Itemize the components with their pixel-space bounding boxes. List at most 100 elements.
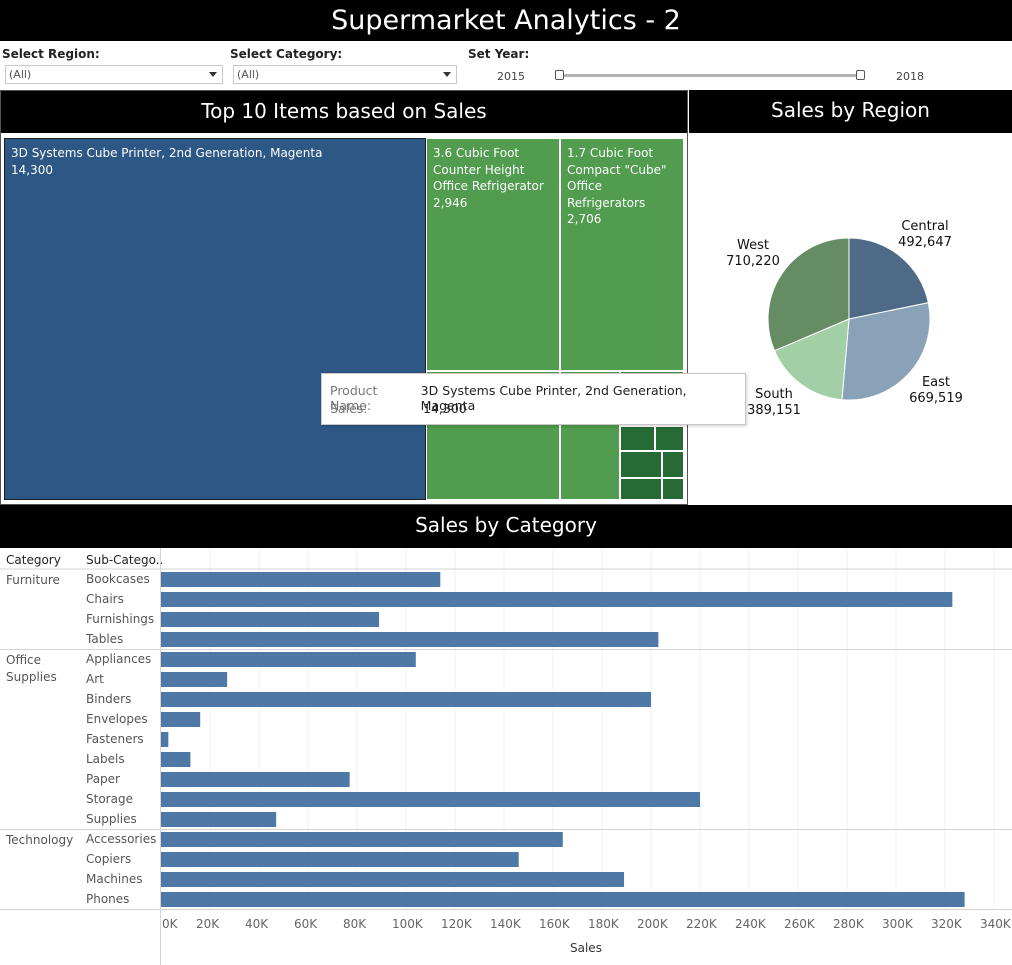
tooltip: Product Name: 3D Systems Cube Printer, 2… — [321, 373, 746, 425]
x-tick-label: 120K — [441, 917, 472, 931]
treemap-cell-value: 2,706 — [567, 212, 602, 226]
tooltip-product-key: Product Name: — [330, 383, 378, 413]
filter-bar: Select Region: (All) Select Category: (A… — [0, 41, 1012, 90]
bar-art[interactable] — [161, 672, 228, 687]
pie-title: Sales by Region — [689, 90, 1012, 133]
subcategory-label: Accessories — [86, 832, 157, 846]
treemap-cell-value: 2,946 — [433, 195, 468, 210]
x-tick-label: 340K — [980, 917, 1011, 931]
tooltip-sales-value: 14,300 — [423, 401, 467, 416]
pie-label-south: South 389,151 — [744, 387, 804, 419]
year-slider-start-handle[interactable] — [555, 70, 564, 80]
category-label: Technology — [6, 833, 74, 847]
subcategory-label: Art — [86, 672, 104, 686]
category-label: Office Supplies — [6, 653, 57, 684]
treemap-cell[interactable] — [620, 478, 662, 500]
year-filter-label: Set Year: — [468, 47, 530, 61]
pie-label-region: South — [755, 387, 793, 402]
x-tick-label: 160K — [539, 917, 570, 931]
region-dropdown-value: (All) — [9, 68, 32, 81]
treemap-cell[interactable] — [655, 426, 684, 451]
subcategory-label: Storage — [86, 792, 133, 806]
subcategory-label: Phones — [86, 892, 130, 906]
x-tick-label: 180K — [588, 917, 619, 931]
bar-fasteners[interactable] — [161, 732, 169, 747]
treemap-cell[interactable]: 1.7 Cubic Foot Compact "Cube" Office Ref… — [560, 138, 684, 371]
year-slider-end-handle[interactable] — [856, 70, 865, 80]
bar-chairs[interactable] — [161, 592, 953, 607]
subcategory-label: Labels — [86, 752, 125, 766]
year-end-label: 2018 — [896, 70, 924, 83]
category-dropdown-value: (All) — [237, 68, 260, 81]
pie-label-east: East 669,519 — [903, 375, 969, 407]
treemap-cell[interactable]: 3D Systems Cube Printer, 2nd Generation,… — [4, 138, 426, 500]
bar-appliances[interactable] — [161, 652, 416, 667]
subcategory-label: Bookcases — [86, 572, 150, 586]
subcategory-label: Envelopes — [86, 712, 148, 726]
bar-furnishings[interactable] — [161, 612, 380, 627]
bar-envelopes[interactable] — [161, 712, 201, 727]
bar-storage[interactable] — [161, 792, 700, 807]
pie-label-value: 669,519 — [909, 391, 963, 406]
bar-phones[interactable] — [161, 892, 965, 907]
treemap-cell[interactable] — [662, 451, 684, 478]
x-tick-label: 100K — [392, 917, 423, 931]
x-tick-label: 80K — [343, 917, 367, 931]
x-tick-label: 240K — [735, 917, 766, 931]
x-tick-label: 260K — [784, 917, 815, 931]
pie-label-value: 492,647 — [898, 235, 952, 250]
subcategory-label: Machines — [86, 872, 143, 886]
treemap-cell-name: 1.7 Cubic Foot Compact "Cube" Office Ref… — [567, 146, 667, 210]
subcategory-label: Copiers — [86, 852, 132, 866]
subcategory-label: Furnishings — [86, 612, 155, 626]
pie-label-region: Central — [901, 219, 949, 234]
subcategory-label: Supplies — [86, 812, 137, 826]
bar-bookcases[interactable] — [161, 572, 441, 587]
dashboard-title: Supermarket Analytics - 2 — [0, 0, 1012, 41]
bar-paper[interactable] — [161, 772, 350, 787]
subcategory-label: Appliances — [86, 652, 152, 666]
x-tick-label: 40K — [245, 917, 269, 931]
treemap-cell[interactable] — [620, 426, 655, 451]
treemap-cell[interactable] — [662, 478, 684, 500]
treemap-cell-name: 3.6 Cubic Foot Counter Height Office Ref… — [433, 146, 544, 193]
x-tick-label: 0K — [162, 917, 178, 931]
subcategory-label: Fasteners — [86, 732, 144, 746]
bar-machines[interactable] — [161, 872, 625, 887]
x-tick-label: 200K — [637, 917, 668, 931]
x-tick-label: 280K — [833, 917, 864, 931]
bar-chart — [0, 548, 1012, 965]
bar-accessories[interactable] — [161, 832, 563, 847]
pie-label-region: West — [737, 238, 769, 253]
x-tick-label: 60K — [294, 917, 318, 931]
subcategory-label: Tables — [86, 632, 124, 646]
treemap-cell-name: 3D Systems Cube Printer, 2nd Generation,… — [11, 146, 323, 160]
pie-label-central: Central 492,647 — [890, 219, 960, 251]
x-tick-label: 320K — [931, 917, 962, 931]
bar-chart-title: Sales by Category — [0, 505, 1012, 548]
bar-supplies[interactable] — [161, 812, 277, 827]
category-filter-label: Select Category: — [230, 47, 343, 61]
subcategory-label: Binders — [86, 692, 132, 706]
pie-label-region: East — [921, 375, 951, 390]
pie-label-west: West 710,220 — [722, 238, 784, 270]
treemap-cell[interactable]: 3.6 Cubic Foot Counter Height Office Ref… — [426, 138, 560, 371]
treemap-cell[interactable] — [620, 451, 662, 478]
bar-binders[interactable] — [161, 692, 651, 707]
x-tick-label: 300K — [882, 917, 913, 931]
category-dropdown[interactable]: (All) — [233, 65, 457, 84]
chevron-down-icon — [209, 72, 217, 77]
subcategory-label: Chairs — [86, 592, 124, 606]
region-filter-label: Select Region: — [2, 47, 100, 61]
bar-copiers[interactable] — [161, 852, 519, 867]
bar-tables[interactable] — [161, 632, 659, 647]
subcategory-label: Paper — [86, 772, 120, 786]
pie-chart — [767, 237, 931, 401]
region-dropdown[interactable]: (All) — [5, 65, 223, 84]
x-tick-label: 20K — [196, 917, 220, 931]
pie-label-value: 710,220 — [726, 254, 780, 269]
x-tick-label: 220K — [686, 917, 717, 931]
year-slider-track[interactable] — [560, 74, 860, 77]
bar-labels[interactable] — [161, 752, 191, 767]
tooltip-sales-key: Sales: — [330, 401, 368, 416]
